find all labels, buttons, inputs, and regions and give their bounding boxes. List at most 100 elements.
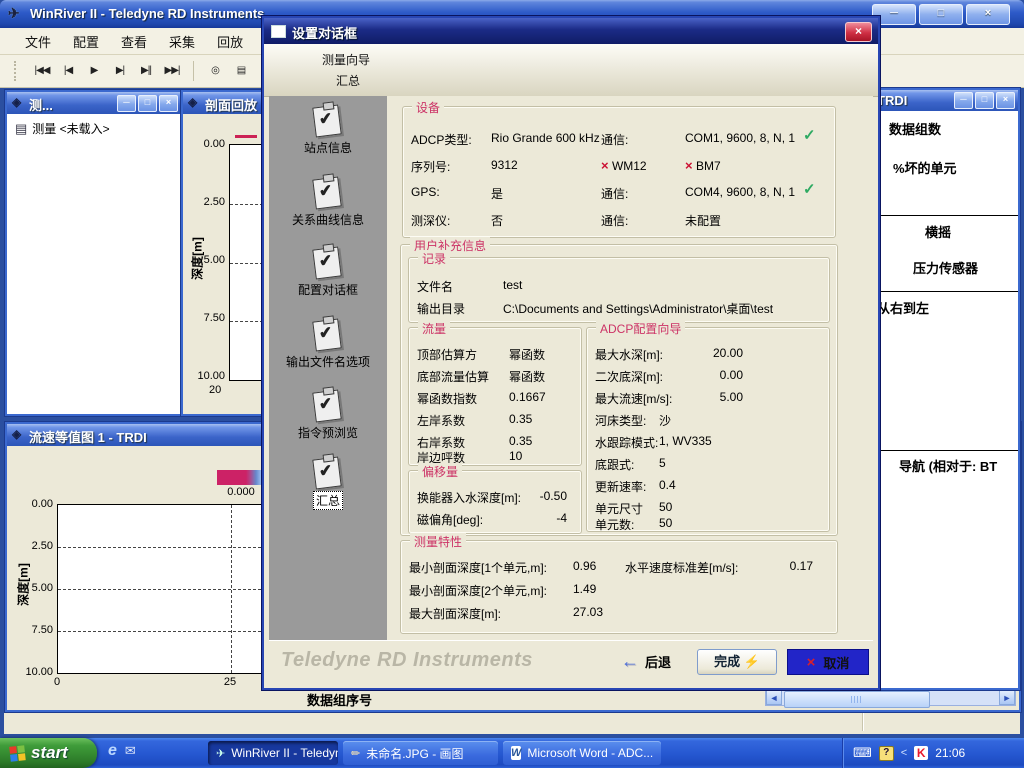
field-value: 10 (509, 449, 522, 463)
record-group: 记录 文件名 test 输出目录 C:\Documents and Settin… (408, 257, 830, 323)
field-value: 1, WV335 (659, 434, 712, 448)
x-icon: × (807, 654, 816, 671)
clock: 21:06 (935, 746, 965, 760)
horizontal-scrollbar[interactable]: ◄ ► (765, 689, 1016, 706)
taskbar-item-paint[interactable]: ✏ 未命名.JPG - 画图 (343, 741, 498, 765)
help-icon[interactable]: ? (879, 746, 894, 761)
x-icon: × (601, 158, 609, 173)
brand-watermark: Teledyne RD Instruments (281, 649, 533, 672)
y-axis-label: 深度[m] (15, 545, 32, 625)
y-tick: 10.00 (185, 370, 225, 382)
ie-icon[interactable]: e (108, 742, 117, 760)
goto-last-icon[interactable]: ▶▶| (161, 60, 183, 82)
goto-first-icon[interactable]: |◀◀ (31, 60, 53, 82)
field-value: 沙 (659, 412, 671, 429)
measurement-window-titlebar[interactable]: ◈ 测... ─ □ × (7, 92, 181, 114)
scroll-right-button[interactable]: ► (999, 690, 1015, 705)
minimize-button[interactable]: ─ (117, 95, 136, 112)
wizard-step-command-preview[interactable]: ✔ 指令预浏览 (269, 387, 387, 441)
start-button[interactable]: start (0, 738, 97, 768)
system-tray: ⌨ ? < K 21:06 (842, 738, 1024, 768)
y-tick: 2.50 (185, 196, 225, 208)
wizard-step-rating-info[interactable]: ✔ 关系曲线信息 (269, 174, 387, 228)
step-back-icon[interactable]: |◀ (57, 60, 79, 82)
measurement-tree-item[interactable]: ▤ 测量 <未载入> (15, 120, 110, 137)
y-tick: 0.00 (11, 498, 53, 510)
field-value: 0.4 (659, 478, 676, 492)
tabular-window-title: TRDI (877, 93, 907, 108)
field-value: 幂函数 (509, 346, 545, 363)
field-value: 20.00 (647, 346, 743, 360)
wizard-step-title: 汇总 (336, 72, 360, 89)
group-title: 设备 (412, 99, 444, 116)
clipboard-icon: ✔ (310, 102, 346, 138)
close-button[interactable]: × (996, 92, 1015, 109)
scrollbar-thumb[interactable] (784, 691, 930, 708)
measurement-window: ◈ 测... ─ □ × ▤ 测量 <未载入> (5, 90, 183, 416)
play-pause-icon[interactable]: ▶|| (135, 60, 157, 82)
field-value: 5.00 (647, 390, 743, 404)
field-label: 输出目录 (417, 300, 465, 317)
close-button[interactable]: × (159, 95, 178, 112)
field-value: 0.00 (647, 368, 743, 382)
x-axis-label: 数据组序号 (307, 690, 372, 709)
dialog-titlebar[interactable]: 设置对话框 × (264, 18, 878, 44)
antivirus-icon[interactable]: K (914, 746, 928, 760)
field-label: 水跟踪模式: (595, 434, 658, 451)
cancel-button[interactable]: × 取消 (787, 649, 869, 675)
field-label: 序列号: (411, 158, 450, 175)
tabular-window-titlebar[interactable]: TRDI ─ □ × (873, 90, 1018, 111)
tabular-window: TRDI ─ □ × 数据组数 %坏的单元 横摇 压力传感器 ) 从右到左 导航… (871, 88, 1020, 690)
contour-window-title: 流速等值图 1 - TRDI (29, 427, 147, 446)
step-forward-icon[interactable]: ▶| (109, 60, 131, 82)
scroll-left-button[interactable]: ◄ (766, 690, 782, 705)
wizard-step-summary[interactable]: ✔ 汇总 (269, 454, 387, 510)
maximize-button[interactable]: □ (919, 4, 963, 25)
settings-dialog: 设置对话框 × 测量向导 汇总 ✔ 站点信息 ✔ 关系曲线信息 ✔ 配置对话框 … (262, 16, 880, 690)
app-icon: ✈ (8, 5, 20, 22)
taskbar-item-word[interactable]: W Microsoft Word - ADC... (503, 741, 661, 765)
field-label: 左岸系数 (417, 412, 465, 429)
field-label: 磁偏角[deg]: (417, 511, 483, 528)
menu-acquire[interactable]: 采集 (158, 29, 206, 54)
close-button[interactable]: × (966, 4, 1010, 25)
y-tick: 7.50 (11, 624, 53, 636)
field-label: 文件名 (417, 278, 453, 295)
taskbar-item-winriver[interactable]: ✈ WinRiver II - Teledyne... (208, 741, 338, 765)
mail-icon[interactable]: ✉ (125, 743, 136, 759)
table-row: 导航 (相对于: BT (899, 456, 997, 475)
field-label: 底部流量估算 (417, 368, 489, 385)
zoom-icon[interactable]: ◎ (204, 60, 226, 82)
properties-icon[interactable]: ▤ (230, 60, 252, 82)
wizard-step-output-filename[interactable]: ✔ 输出文件名选项 (269, 316, 387, 370)
desktop: ✈ WinRiver II - Teledyne RD Instruments … (0, 0, 1024, 768)
keyboard-icon[interactable]: ⌨ (853, 745, 872, 761)
maximize-button[interactable]: □ (975, 92, 994, 109)
statusbar-divider (862, 711, 864, 731)
field-value: Rio Grande 600 kHz (491, 131, 600, 145)
clipboard-icon: ✔ (310, 174, 346, 210)
minimize-button[interactable]: ─ (954, 92, 973, 109)
table-row: 压力传感器 (913, 258, 978, 277)
dialog-header: 测量向导 汇总 (264, 44, 878, 97)
menu-config[interactable]: 配置 (62, 29, 110, 54)
group-title: 测量特性 (410, 533, 466, 550)
colorbar (217, 470, 267, 485)
row-divider (873, 215, 1018, 216)
finish-button[interactable]: 完成 ⚡ (697, 649, 777, 675)
wizard-step-config-dialog[interactable]: ✔ 配置对话框 (269, 244, 387, 298)
wizard-title: 测量向导 (322, 51, 370, 68)
measurement-tree-label: 测量 <未载入> (32, 120, 109, 137)
play-icon[interactable]: ▶ (83, 60, 105, 82)
maximize-button[interactable]: □ (138, 95, 157, 112)
menu-playback[interactable]: 回放 (206, 29, 254, 54)
menu-file[interactable]: 文件 (14, 29, 62, 54)
chevron-left-icon[interactable]: < (901, 747, 907, 759)
close-icon[interactable]: × (845, 22, 872, 42)
back-button[interactable]: ← 后退 (621, 651, 671, 672)
characteristics-group: 测量特性 最小剖面深度[1个单元,m]: 0.96 水平速度标准差[m/s]: … (400, 540, 838, 634)
colorbar-label: 0.000 (213, 486, 269, 498)
menu-view[interactable]: 查看 (110, 29, 158, 54)
wizard-step-site-info[interactable]: ✔ 站点信息 (269, 102, 387, 156)
clipboard-icon: ✔ (310, 316, 346, 352)
